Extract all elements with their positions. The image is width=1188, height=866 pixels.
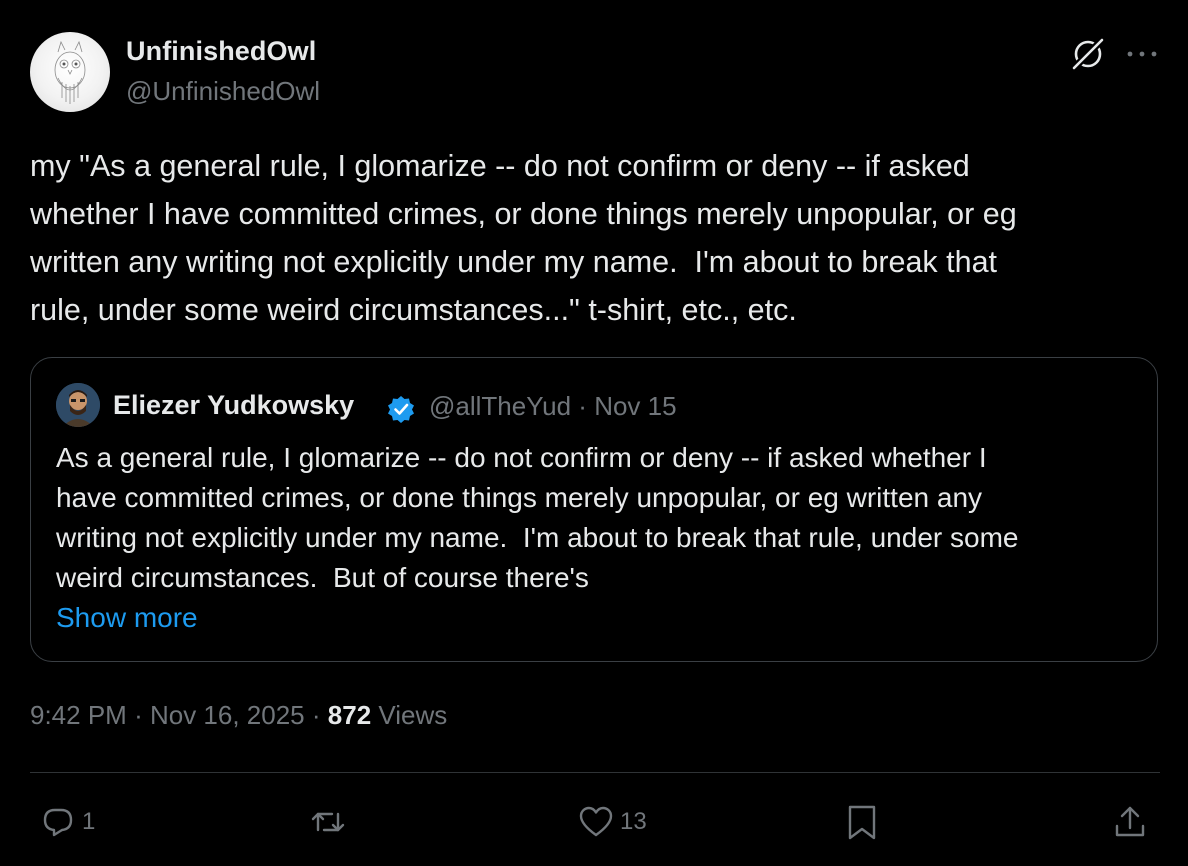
- quote-meta: @allTheYud · Nov 15: [429, 391, 677, 422]
- quote-avatar[interactable]: [56, 383, 100, 427]
- tweet-text: my "As a general rule, I glomarize -- do…: [30, 149, 1017, 327]
- retweet-icon: [311, 812, 345, 832]
- meta-separator: ·: [134, 700, 143, 730]
- like-icon: [579, 806, 613, 837]
- bookmark-icon: [848, 805, 876, 840]
- grok-icon[interactable]: [1068, 34, 1108, 74]
- tweet: UnfinishedOwl @UnfinishedOwl my "As a ge…: [0, 0, 1188, 866]
- more-icon[interactable]: [1122, 36, 1162, 72]
- author-name[interactable]: UnfinishedOwl: [126, 36, 316, 67]
- quote-author-name[interactable]: Eliezer Yudkowsky: [113, 390, 354, 421]
- owl-drawing: [54, 40, 86, 104]
- share-icon: [1115, 806, 1145, 837]
- show-more-link[interactable]: Show more: [56, 598, 198, 638]
- views-label: Views: [378, 700, 448, 730]
- reply-icon: [43, 808, 73, 837]
- author-avatar[interactable]: [30, 32, 110, 112]
- reply-button[interactable]: 1: [38, 800, 95, 844]
- retweet-button[interactable]: [308, 800, 348, 844]
- bookmark-button[interactable]: [842, 800, 882, 844]
- quote-author-handle[interactable]: @allTheYud: [429, 391, 571, 421]
- tweet-meta: 9:42 PM · Nov 16, 2025 · 872 Views: [30, 700, 447, 731]
- author-handle[interactable]: @UnfinishedOwl: [126, 76, 320, 107]
- verified-badge-icon: [386, 394, 416, 424]
- meta-separator: ·: [311, 700, 321, 730]
- reply-count: 1: [82, 808, 96, 835]
- like-count: 13: [620, 808, 647, 835]
- quote-text: As a general rule, I glomarize -- do not…: [56, 442, 1019, 593]
- divider: [30, 772, 1160, 773]
- share-button[interactable]: [1110, 800, 1150, 844]
- like-button[interactable]: 13: [576, 800, 647, 844]
- views-count[interactable]: 872: [328, 700, 371, 730]
- meta-separator: ·: [578, 391, 587, 421]
- quoted-tweet[interactable]: Eliezer Yudkowsky @allTheYud · Nov 15 As…: [30, 357, 1158, 662]
- tweet-time[interactable]: 9:42 PM: [30, 700, 127, 730]
- quote-date[interactable]: Nov 15: [594, 391, 676, 421]
- tweet-date[interactable]: Nov 16, 2025: [150, 700, 305, 730]
